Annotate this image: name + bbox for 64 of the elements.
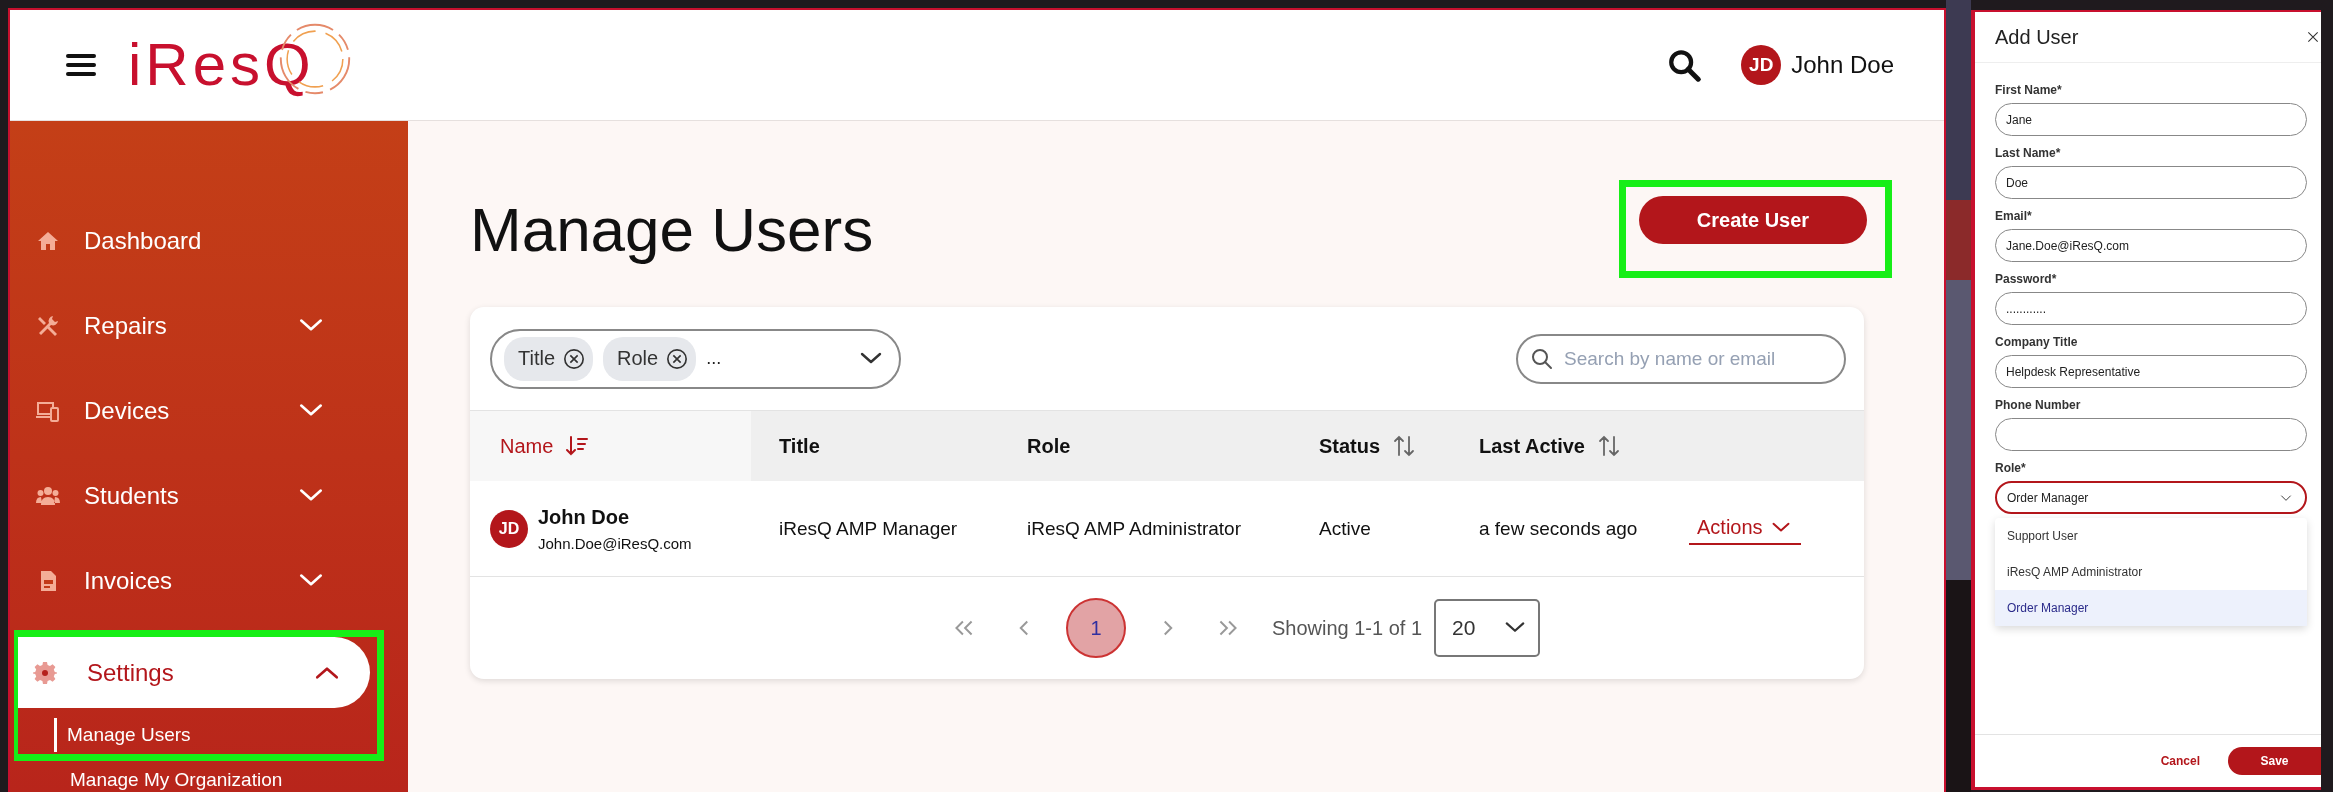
page-size-select[interactable]: 20 [1434, 599, 1541, 657]
field-label: Phone Number [1995, 398, 2082, 412]
nav-subitem[interactable]: Manage Users [54, 718, 191, 752]
create-user-button[interactable]: Create User [1639, 196, 1867, 244]
user-avatar: JD [490, 509, 528, 548]
search-icon [1530, 346, 1554, 371]
gear-icon [33, 660, 57, 685]
input-field[interactable]: ............ [1995, 292, 2307, 325]
field-label: First Name* [1995, 83, 2063, 97]
input-field[interactable]: Doe [1995, 166, 2307, 199]
user-name: John Doe [538, 505, 631, 529]
dropdown-option[interactable]: iResQ AMP Administrator [1995, 554, 2307, 590]
page-title: Manage Users [470, 193, 874, 265]
user-email: John.Doe@iResQ.com [538, 534, 692, 552]
input-field[interactable]: Jane.Doe@iResQ.com [1995, 229, 2307, 262]
column-header[interactable]: Last Active [1453, 411, 1689, 481]
tools-icon [36, 313, 60, 338]
field-label: Last Name* [1995, 146, 2062, 160]
column-header: Title [778, 433, 821, 459]
dropdown-option[interactable]: Order Manager [1995, 590, 2307, 626]
cancel-button[interactable]: Cancel [2154, 753, 2206, 769]
dropdown-option[interactable]: Support User [1995, 518, 2307, 554]
input-field[interactable]: Helpdesk Representative [1995, 355, 2307, 388]
column-header: Role [1026, 433, 1072, 459]
nav-item[interactable]: Students [14, 460, 354, 531]
field-label: Password* [1995, 272, 2058, 286]
table-cell-text: iResQ AMP Administrator [1026, 516, 1242, 541]
panel-title: Add User [1995, 25, 2079, 49]
page-summary: Showing 1-1 of 1 [1271, 616, 1423, 640]
filter-select[interactable]: Title Role ... [490, 328, 901, 389]
sort-icon [1392, 434, 1417, 458]
input-field[interactable]: Jane [1995, 103, 2307, 136]
sort-descending-icon [565, 434, 590, 458]
search-icon[interactable] [1667, 48, 1702, 82]
input-field[interactable] [1995, 418, 2307, 451]
table-cell-text: a few seconds ago [1478, 516, 1639, 541]
actions-dropdown[interactable]: Actions [1689, 512, 1801, 545]
nav-item[interactable]: Devices [14, 375, 354, 446]
user-name[interactable]: John Doe [1791, 51, 1894, 79]
remove-icon[interactable] [563, 347, 586, 370]
sort-icon [1596, 434, 1621, 458]
filter-chip[interactable]: Title [504, 336, 594, 381]
field-label: Email* [1995, 209, 2033, 223]
column-header[interactable]: Status [1293, 411, 1453, 481]
search-field[interactable]: Search by name or email [1516, 333, 1846, 384]
save-button[interactable]: Save [2228, 747, 2321, 775]
field-label: Role* [1995, 461, 2027, 475]
nav-item[interactable]: Settings [18, 637, 370, 708]
more-indicator: ... [706, 348, 722, 369]
nav-item[interactable]: Repairs [14, 290, 354, 361]
user-avatar[interactable]: JD [1741, 45, 1782, 85]
column-header[interactable]: Name [470, 411, 751, 481]
field-label: Company Title [1995, 335, 2079, 349]
role-select[interactable]: Order Manager [1995, 481, 2307, 514]
nav-item[interactable]: Dashboard [14, 205, 354, 276]
remove-icon[interactable] [666, 347, 689, 370]
nav-subitem[interactable]: Manage My Organization [70, 763, 283, 792]
close-icon[interactable] [2305, 29, 2321, 45]
menu-icon[interactable] [66, 53, 96, 77]
table-cell-text: Active [1318, 516, 1372, 541]
filter-chip[interactable]: Role [603, 336, 697, 381]
nav-item[interactable]: Invoices [14, 545, 354, 616]
table-cell-text: iResQ AMP Manager [778, 516, 959, 541]
page-number[interactable]: 1 [1065, 598, 1126, 658]
